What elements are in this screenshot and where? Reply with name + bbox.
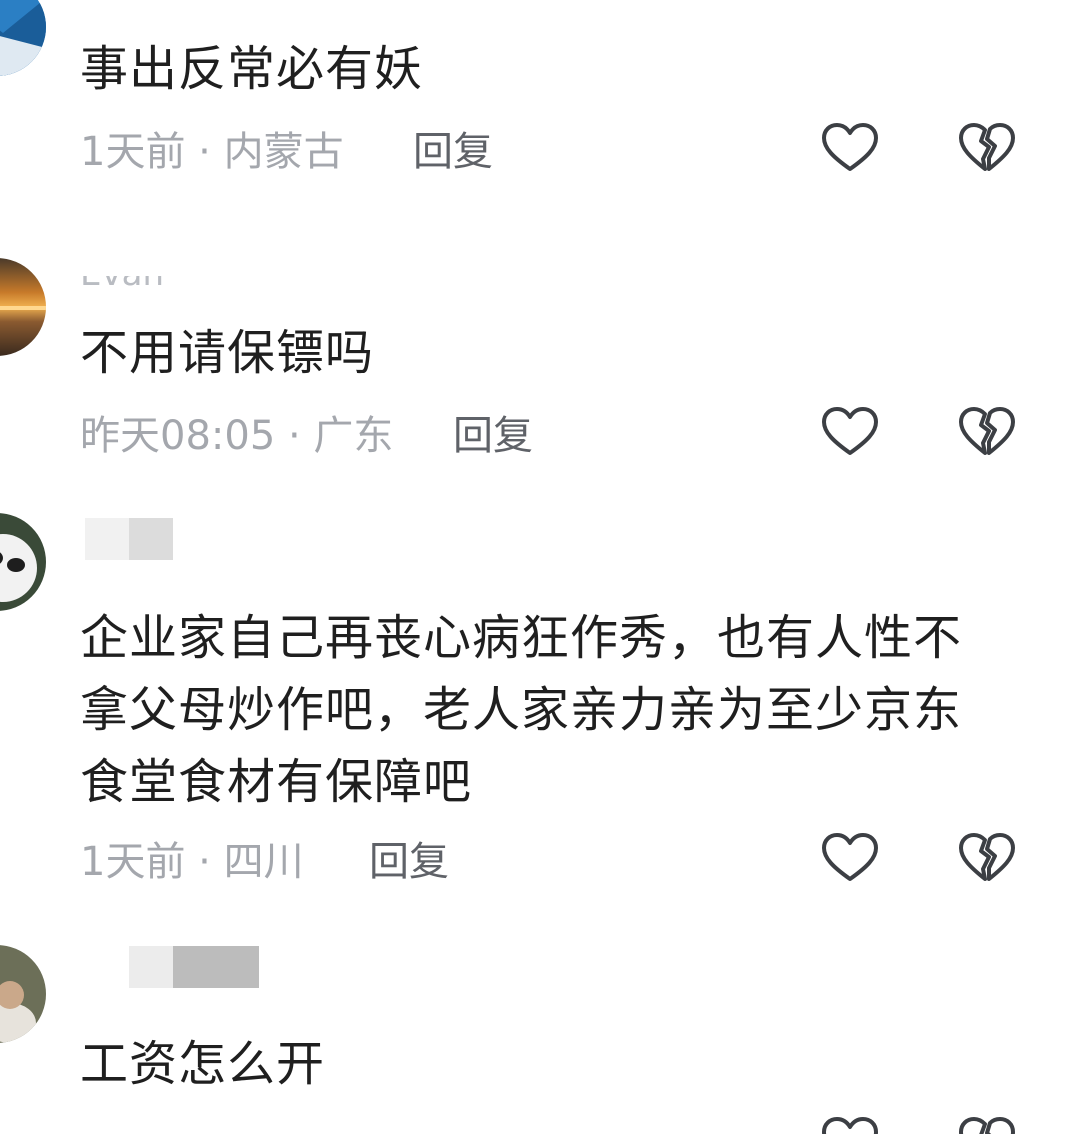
comment-item: 事出反常必有妖 1天前 · 内蒙古 回复: [0, 0, 1080, 230]
heart-outline-icon[interactable]: [821, 122, 879, 174]
comment-text: 事出反常必有妖: [80, 41, 424, 97]
avatar[interactable]: [0, 0, 46, 76]
reply-button[interactable]: 回复: [453, 412, 533, 460]
comment-item: 企业家自己再丧心病狂作秀，也有人性不拿父母炒作吧，老人家亲力亲为至少京东食堂食材…: [0, 510, 1080, 940]
username-redacted: [85, 946, 259, 990]
comment-text: 工资怎么开: [80, 1036, 326, 1092]
comment-meta: 昨天08:05 · 广东: [80, 413, 394, 459]
username[interactable]: Evan: [80, 276, 164, 294]
username-redacted: [85, 518, 175, 562]
broken-heart-icon[interactable]: [958, 122, 1016, 174]
reply-button[interactable]: 回复: [413, 128, 493, 176]
comment-item: 工资怎么开: [0, 940, 1080, 1134]
avatar[interactable]: [0, 513, 46, 611]
avatar[interactable]: [0, 258, 46, 356]
comment-text: 不用请保镖吗: [80, 325, 375, 381]
comment-feed: 事出反常必有妖 1天前 · 内蒙古 回复 Evan 不用请保镖吗 昨天08:05…: [0, 0, 1080, 1134]
comment-meta: 1天前 · 四川: [80, 839, 304, 885]
reply-button[interactable]: 回复: [369, 838, 449, 886]
comment-meta: 1天前 · 内蒙古: [80, 129, 344, 175]
comment-text: 企业家自己再丧心病狂作秀，也有人性不拿父母炒作吧，老人家亲力亲为至少京东食堂食材…: [80, 610, 963, 810]
broken-heart-icon[interactable]: [958, 406, 1016, 458]
comment-item: Evan 不用请保镖吗 昨天08:05 · 广东 回复: [0, 230, 1080, 510]
avatar[interactable]: [0, 945, 46, 1043]
heart-outline-icon[interactable]: [821, 832, 879, 884]
heart-outline-icon[interactable]: [821, 406, 879, 458]
broken-heart-icon[interactable]: [958, 832, 1016, 884]
heart-outline-icon[interactable]: [821, 1116, 879, 1134]
broken-heart-icon[interactable]: [958, 1116, 1016, 1134]
